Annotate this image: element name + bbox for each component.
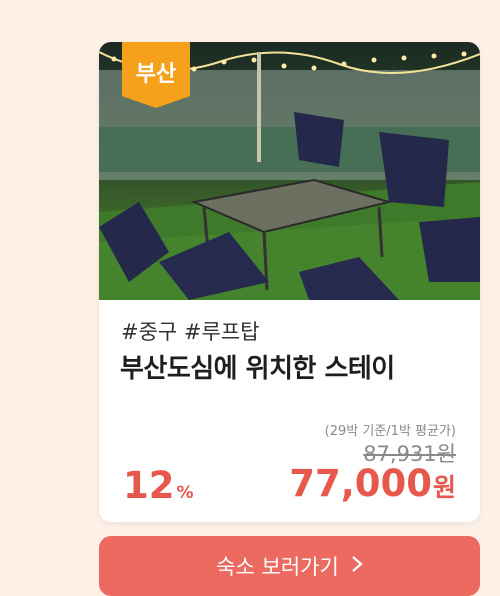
stay-photo[interactable]: 부산 xyxy=(99,42,480,300)
discount-number: 12 xyxy=(123,464,175,507)
price-unit: 원 xyxy=(432,473,456,502)
view-stay-label: 숙소 보러가기 xyxy=(216,555,339,579)
view-stay-button[interactable]: 숙소 보러가기 xyxy=(99,536,480,596)
discount-rate: 12% xyxy=(123,464,194,507)
price-note: (29박 기준/1박 평균가) xyxy=(324,424,456,439)
sale-price: 77,000원 xyxy=(289,462,456,505)
tag-list: #중구 #루프탑 xyxy=(121,320,260,344)
discount-unit: % xyxy=(176,483,194,503)
stay-card[interactable]: 부산 #중구 #루프탑 부산도심에 위치한 스테이 (29박 기준/1박 평균가… xyxy=(99,42,480,522)
stay-title: 부산도심에 위치한 스테이 xyxy=(120,354,395,384)
price-number: 77,000 xyxy=(289,462,432,505)
region-badge: 부산 xyxy=(122,42,190,108)
chevron-right-icon xyxy=(351,554,363,579)
